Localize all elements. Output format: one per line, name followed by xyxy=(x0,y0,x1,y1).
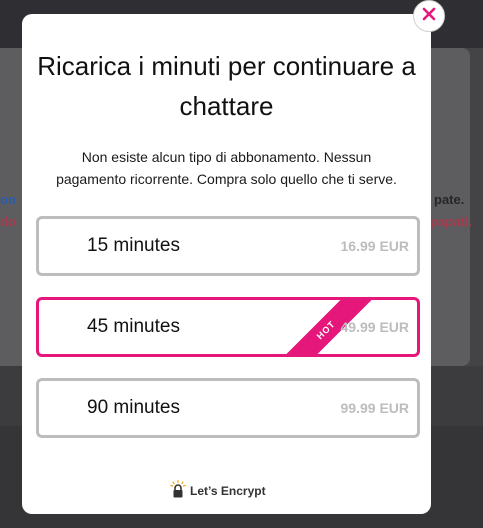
modal-subtitle: Non esiste alcun tipo di abbonamento. Ne… xyxy=(56,149,397,187)
lets-encrypt-label: Let’s Encrypt xyxy=(190,484,266,498)
option-label: 15 minutes xyxy=(87,235,180,256)
background-text-right-2: papati. xyxy=(430,214,472,229)
padlock-icon xyxy=(170,479,186,503)
background-text-right: pate. xyxy=(434,192,465,207)
option-price: 49.99 EUR xyxy=(340,319,409,335)
lets-encrypt-badge: Let’s Encrypt xyxy=(170,479,266,503)
option-label: 45 minutes xyxy=(87,316,180,337)
modal-title: Ricarica i minuti per continuare a chatt… xyxy=(37,51,416,121)
option-45-minutes[interactable]: 45 minutes HOT 49.99 EUR xyxy=(36,297,420,357)
close-icon xyxy=(422,7,436,26)
option-price: 99.99 EUR xyxy=(340,400,409,416)
option-90-minutes[interactable]: 90 minutes 99.99 EUR xyxy=(36,378,420,438)
option-price: 16.99 EUR xyxy=(340,238,409,254)
close-button[interactable] xyxy=(413,0,445,32)
option-15-minutes[interactable]: 15 minutes 16.99 EUR xyxy=(36,216,420,276)
background-text-left-2: do xyxy=(0,214,16,229)
background-text-left: on xyxy=(0,192,16,207)
option-label: 90 minutes xyxy=(87,397,180,418)
recharge-modal: Ricarica i minuti per continuare a chatt… xyxy=(22,14,431,514)
